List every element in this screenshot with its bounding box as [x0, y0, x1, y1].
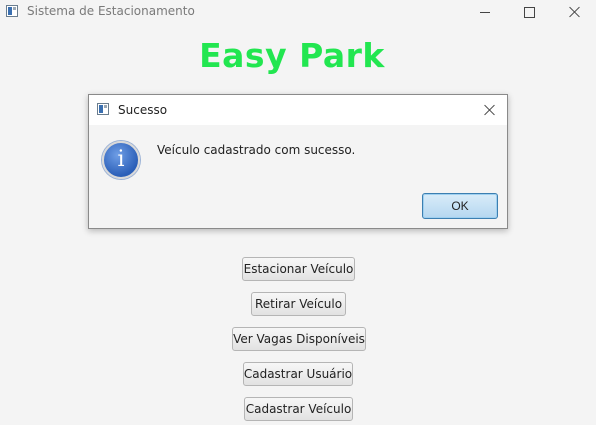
dialog-app-icon [97, 103, 109, 115]
view-available-spots-button[interactable]: Ver Vagas Disponíveis [232, 327, 366, 351]
minimize-icon [480, 11, 490, 13]
app-heading: Easy Park [199, 36, 385, 75]
register-vehicle-button[interactable]: Cadastrar Veículo [244, 397, 353, 421]
info-icon-glyph: i [117, 147, 125, 172]
dialog-title: Sucesso [118, 103, 168, 117]
window-title: Sistema de Estacionamento [27, 4, 195, 18]
window-titlebar: Sistema de Estacionamento [0, 0, 596, 24]
info-icon: i [102, 141, 140, 179]
register-user-button[interactable]: Cadastrar Usuário [243, 362, 353, 386]
minimize-button[interactable] [462, 0, 508, 24]
close-icon [569, 6, 581, 18]
close-button[interactable] [552, 0, 596, 24]
maximize-button[interactable] [506, 0, 552, 24]
dialog-message: Veículo cadastrado com sucesso. [157, 143, 356, 157]
ok-button[interactable]: OK [422, 193, 498, 219]
maximize-icon [523, 6, 535, 18]
app-icon [6, 5, 18, 17]
remove-vehicle-button[interactable]: Retirar Veículo [251, 292, 346, 316]
dialog-close-button[interactable] [479, 99, 501, 121]
park-vehicle-button[interactable]: Estacionar Veículo [242, 257, 355, 281]
close-icon [484, 104, 496, 116]
success-dialog: Sucesso i Veículo cadastrado com sucesso… [88, 94, 508, 229]
dialog-titlebar: Sucesso [89, 95, 507, 125]
